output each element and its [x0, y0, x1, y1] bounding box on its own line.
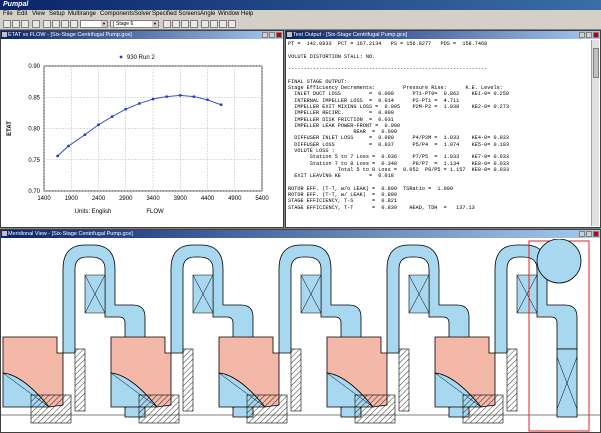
menu-window[interactable]: Window	[218, 10, 239, 18]
open-folder-icon[interactable]	[12, 20, 20, 28]
zoom-icon[interactable]	[201, 20, 209, 28]
data-point[interactable]	[124, 107, 128, 111]
menu-components[interactable]: Components	[100, 10, 134, 18]
data-point[interactable]	[97, 123, 100, 127]
chart-window-title: ETAT vs FLOW - [Six-Stage Centrifugal Pu…	[8, 32, 132, 38]
maximize-icon[interactable]	[586, 231, 592, 237]
menu-setup[interactable]: Setup	[49, 10, 65, 18]
y-tick-label: 0.90	[28, 64, 40, 70]
menu-view[interactable]: View	[32, 10, 45, 18]
y-tick-label: 0.75	[28, 158, 40, 164]
chart-window-titlebar[interactable]: ETAT vs FLOW - [Six-Stage Centrifugal Pu…	[1, 31, 283, 39]
x-tick-label: 2400	[92, 196, 106, 202]
units-label: Units: English	[75, 209, 112, 215]
meridional-view-canvas[interactable]	[1, 239, 600, 433]
menu-file[interactable]: File	[3, 10, 13, 18]
y-tick-label: 0.80	[28, 127, 40, 133]
x-tick-label: 4900	[228, 196, 242, 202]
text-output-window: Text Output - [Six-Stage Centrifugal Pum…	[285, 30, 601, 228]
x-tick-label: 1400	[37, 196, 51, 202]
data-point[interactable]	[206, 98, 209, 102]
data-point[interactable]	[67, 144, 70, 148]
chevron-down-icon[interactable]: ▼	[152, 21, 158, 27]
refresh-icon[interactable]	[210, 20, 218, 28]
close-icon[interactable]	[276, 32, 282, 38]
new-file-icon[interactable]	[3, 20, 11, 28]
menu-specified-screens[interactable]: Specified Screens	[152, 10, 200, 18]
close-icon[interactable]	[593, 231, 599, 237]
data-point[interactable]	[137, 102, 141, 105]
window-menu-icon[interactable]	[2, 32, 7, 37]
y-tick-label: 0.70	[28, 189, 40, 195]
text-window-title: Text Output - [Six-Stage Centrifugal Pum…	[293, 32, 408, 38]
minimize-icon[interactable]	[579, 231, 585, 237]
text-output-line: STAGE EFFICIENCY, T-T = 0.839 HEAD, TDH …	[288, 204, 475, 211]
undo-icon[interactable]	[70, 20, 78, 28]
plot-icon[interactable]	[172, 20, 180, 28]
minimize-icon[interactable]	[579, 32, 585, 38]
data-point[interactable]	[56, 154, 60, 158]
data-point[interactable]	[110, 115, 114, 119]
data-point[interactable]	[83, 133, 87, 137]
menu-edit[interactable]: Edit	[17, 10, 27, 18]
data-point[interactable]	[151, 97, 155, 101]
data-point[interactable]	[165, 95, 169, 99]
menu-solver[interactable]: Solver	[134, 10, 151, 18]
table-icon[interactable]	[181, 20, 189, 28]
x-tick-label: 5400	[255, 196, 269, 202]
maximize-icon[interactable]	[586, 32, 592, 38]
text-output-body[interactable]: PT = 142.0833 PCT = 167.2134 PS = 156.82…	[288, 41, 590, 225]
x-tick-label: 1900	[65, 196, 79, 202]
x-tick-label: 3900	[174, 196, 188, 202]
window-controls	[578, 32, 599, 38]
data-point[interactable]	[178, 93, 182, 97]
app-title: Pumpal	[3, 1, 29, 8]
close-icon[interactable]	[593, 32, 599, 38]
minimize-icon[interactable]	[262, 32, 268, 38]
meridional-window-titlebar[interactable]: Meridional View - [Six-Stage Centrifugal…	[1, 230, 600, 238]
data-point[interactable]	[219, 103, 223, 107]
text-window-titlebar[interactable]: Text Output - [Six-Stage Centrifugal Pum…	[286, 31, 600, 39]
legend-marker	[119, 55, 123, 59]
efficiency-chart: 1400 1900 2400 2900 3400 3900 4400 4900 5400 0.70…	[7, 55, 269, 215]
run-icon[interactable]	[163, 20, 171, 28]
chevron-down-icon[interactable]: ▼	[101, 21, 107, 27]
app-titlebar: Pumpal	[0, 0, 601, 10]
window-menu-icon[interactable]	[2, 231, 7, 236]
maximize-icon[interactable]	[269, 32, 275, 38]
copy-icon[interactable]	[52, 20, 60, 28]
menu-bar: File Edit View Setup Multirange Componen…	[0, 10, 601, 18]
scrollbar-thumb[interactable]	[593, 48, 599, 78]
meridional-window: Meridional View - [Six-Stage Centrifugal…	[0, 229, 601, 433]
save-icon[interactable]	[21, 20, 29, 28]
meridional-window-title: Meridional View - [Six-Stage Centrifugal…	[8, 231, 133, 237]
data-point[interactable]	[192, 95, 196, 99]
cut-icon[interactable]	[43, 20, 51, 28]
settings-icon[interactable]	[219, 20, 227, 28]
paste-icon[interactable]	[61, 20, 69, 28]
help-icon[interactable]	[228, 20, 236, 28]
x-axis-label: FLOW	[146, 209, 164, 215]
toolbar: ▼ Stage 6 ▼	[0, 18, 601, 30]
window-controls	[261, 32, 282, 38]
chart-window: ETAT vs FLOW - [Six-Stage Centrifugal Pu…	[0, 30, 284, 228]
window-menu-icon[interactable]	[287, 32, 292, 37]
stage-select-value: Stage 6	[116, 21, 134, 27]
print-icon[interactable]	[32, 20, 40, 28]
x-tick-label: 3400	[146, 196, 160, 202]
component-select[interactable]: ▼	[80, 20, 108, 28]
legend-label: 930 Run 2	[127, 55, 155, 61]
menu-help[interactable]: Help	[241, 10, 253, 18]
y-axis-label: ETAT	[7, 121, 13, 136]
geometry-icon[interactable]	[190, 20, 198, 28]
x-tick-label: 2900	[119, 196, 133, 202]
window-controls	[578, 231, 599, 237]
vertical-scrollbar[interactable]	[591, 40, 599, 226]
volute-cross-section[interactable]	[536, 239, 582, 284]
stage-select[interactable]: Stage 6 ▼	[113, 20, 159, 28]
x-tick-label: 4400	[201, 196, 215, 202]
menu-multirange[interactable]: Multirange	[68, 10, 96, 18]
menu-angle[interactable]: Angle	[200, 10, 215, 18]
y-tick-label: 0.85	[28, 95, 40, 101]
